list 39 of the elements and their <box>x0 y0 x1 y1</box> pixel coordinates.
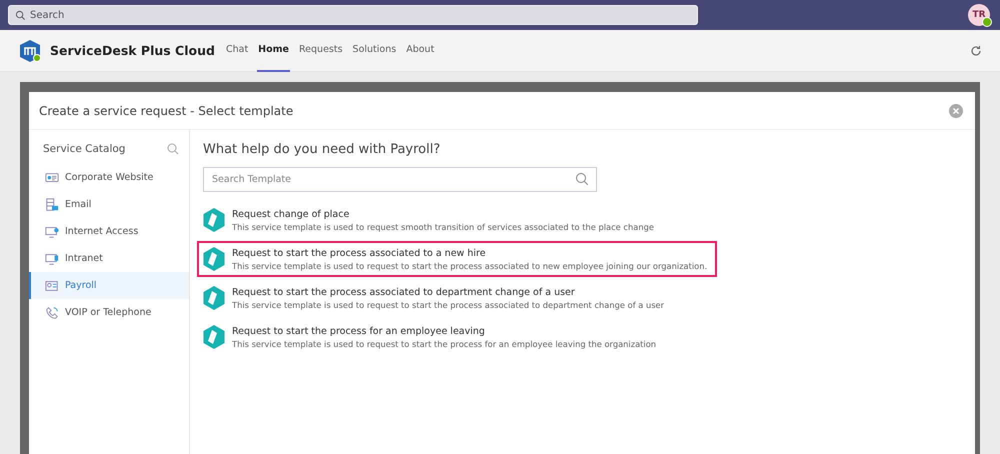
search-field[interactable]: Search <box>8 5 698 25</box>
ticket-icon <box>202 285 226 311</box>
nav-tab[interactable]: About <box>405 30 436 72</box>
user-avatar[interactable]: TR <box>968 4 990 26</box>
ticket-icon <box>202 324 226 350</box>
template-search-field[interactable]: Search Template <box>203 167 597 192</box>
monitor-icon <box>45 224 59 238</box>
web-card-icon <box>45 170 59 184</box>
page-heading: What help do you need with Payroll? <box>203 142 442 157</box>
nav-tab[interactable]: Chat <box>224 30 250 72</box>
refresh-icon[interactable] <box>970 44 982 56</box>
template-item[interactable]: Request to start the process associated to a new hire This service template is used to request to start the process associated to new employee joining our organization. <box>197 241 717 277</box>
catalog-item[interactable]: Email <box>29 191 189 218</box>
id-card-icon <box>45 278 59 292</box>
search-icon[interactable] <box>167 143 179 155</box>
ticket-icon <box>202 207 226 233</box>
template-item[interactable]: Request to start the process associated to department change of a user This service template is used to request to start the process associated to department change of a user <box>197 280 717 316</box>
template-item[interactable]: Request to start the process for an employee leaving This service template is used to request to start the process for an employee leaving the organization <box>197 319 717 355</box>
nav-tab[interactable]: Home <box>257 30 290 72</box>
nav-tab[interactable]: Requests <box>298 30 344 72</box>
search-icon <box>575 172 589 186</box>
monitor-icon <box>45 252 59 266</box>
app-logo <box>18 38 42 62</box>
nav-tab[interactable]: Solutions <box>352 30 398 72</box>
app-name: ServiceDesk Plus Cloud <box>50 43 215 58</box>
search-icon <box>15 10 26 20</box>
search-placeholder: Search <box>30 10 64 20</box>
catalog-item[interactable]: VOIP or Telephone <box>29 299 189 326</box>
sidebar-title: Service Catalog <box>43 143 126 155</box>
catalog-item[interactable]: Payroll <box>29 272 189 299</box>
catalog-item[interactable]: Intranet <box>29 245 189 272</box>
catalog-item[interactable]: Corporate Website <box>29 164 189 191</box>
dialog-title: Create a service request - Select template <box>39 104 294 118</box>
phone-icon <box>45 306 59 320</box>
ticket-icon <box>202 246 226 272</box>
close-icon[interactable] <box>949 104 963 118</box>
catalog-item[interactable]: Internet Access <box>29 218 189 245</box>
server-mail-icon <box>45 198 59 212</box>
template-item[interactable]: Request change of place This service template is used to request smooth transition of services associated to the place change <box>197 202 717 238</box>
